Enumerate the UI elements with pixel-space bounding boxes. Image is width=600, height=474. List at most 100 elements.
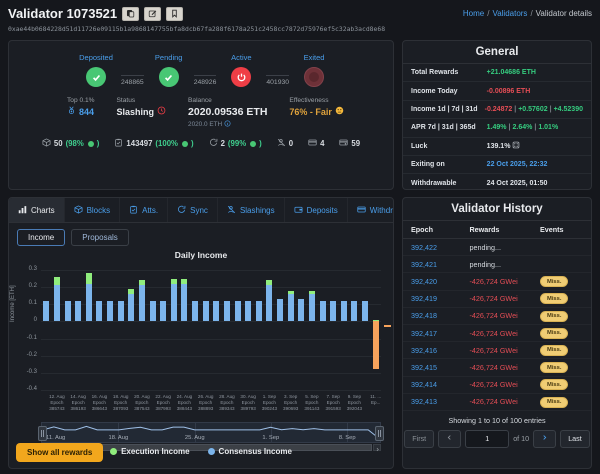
epoch-link[interactable]: 392,413 — [411, 397, 437, 406]
counter-blocks[interactable]: 50(98%) — [42, 138, 100, 149]
epoch-link[interactable]: 392,414 — [411, 380, 437, 389]
epoch-link[interactable]: 392,417 — [411, 329, 437, 338]
tabbar: ChartsBlocks Atts. Sync Slashings DepositsWi… — [9, 198, 393, 223]
general-row-label: Income Today — [411, 88, 487, 95]
edit-button[interactable] — [144, 7, 161, 21]
navigator-left-handle[interactable] — [38, 426, 47, 441]
general-row-label: Luck — [411, 143, 487, 150]
last-page-button[interactable]: Last — [560, 430, 590, 448]
navigator-right-handle[interactable] — [375, 426, 384, 441]
tab-label: Slashings — [240, 206, 275, 215]
income-bar-consensus — [277, 299, 283, 321]
topbar: Validator 1073521 0xae44b0684228d51d1172… — [8, 6, 592, 33]
counter-deposits[interactable]: 4 — [308, 138, 324, 149]
show-all-rewards-button[interactable]: Show all rewards — [16, 443, 103, 462]
breadcrumb-home-link[interactable]: Home — [463, 9, 484, 18]
dice-icon — [512, 141, 520, 151]
breadcrumb-separator: / — [530, 9, 532, 18]
copy-button[interactable] — [122, 7, 139, 21]
history-title: Validator History — [403, 198, 591, 221]
prev-page-button[interactable] — [438, 430, 461, 448]
counter-sync[interactable]: 2 (99%) — [209, 138, 262, 149]
counter-slashings[interactable]: 0 — [277, 138, 293, 149]
tab-withdrawals[interactable]: Withdrawals — [348, 198, 394, 222]
info-icon[interactable] — [224, 120, 231, 129]
first-page-button[interactable]: First — [404, 430, 434, 448]
next-page-button[interactable] — [533, 430, 556, 448]
subtab-proposals[interactable]: Proposals — [71, 229, 129, 246]
x-axis-labels: 12. AugEpoch38574314. AugEpoch38619316. … — [41, 394, 381, 420]
counter-percentage: (98% — [66, 139, 84, 148]
page-number-input[interactable] — [465, 430, 509, 448]
epoch-deposited-pending: 248865 — [121, 79, 144, 86]
reward-value: -426,724 GWei — [469, 380, 517, 389]
tab-sync[interactable]: Sync — [168, 198, 218, 222]
table-row: 392,415-426,724 GWeiMiss. — [403, 359, 591, 376]
income-bar-execution — [288, 291, 294, 294]
income-bar-execution — [171, 279, 177, 284]
epoch-link[interactable]: 392,415 — [411, 363, 437, 372]
breadcrumb: Home/Validators/Validator details — [463, 9, 592, 18]
general-row: Total Rewards+21.04686 ETH — [403, 64, 591, 82]
counter-attestations[interactable]: 143497(100%) — [114, 138, 193, 149]
reward-value: pending... — [469, 243, 501, 252]
tab-label: Sync — [190, 206, 208, 215]
lifecycle-card: Deposited 248865 Pending 248926 — [8, 40, 394, 190]
tab-attestations[interactable]: Atts. — [120, 198, 168, 222]
edit-icon — [148, 6, 157, 21]
income-bar-consensus — [320, 301, 326, 322]
income-bar-consensus — [128, 294, 134, 321]
gridline — [41, 356, 381, 357]
green-dot-icon — [88, 141, 94, 147]
tab-slashings[interactable]: Slashings — [218, 198, 285, 222]
epoch-link[interactable]: 392,421 — [411, 260, 437, 269]
epoch-link[interactable]: 392,422 — [411, 243, 437, 252]
stat-effectiveness: Effectiveness 76% - Fair — [289, 97, 344, 129]
income-bar-consensus — [96, 301, 102, 322]
counter-value: 143497 — [126, 139, 152, 148]
stage-active: Active — [216, 53, 266, 87]
general-card: General Total Rewards+21.04686 ETHIncome… — [402, 40, 592, 190]
tab-charts[interactable]: Charts — [9, 198, 65, 222]
gridline — [41, 390, 381, 391]
epoch-link[interactable]: 392,419 — [411, 294, 437, 303]
tab-deposits[interactable]: Deposits — [285, 198, 348, 222]
table-row: 392,416-426,724 GWeiMiss. — [403, 342, 591, 359]
general-row-label: Withdrawable — [411, 180, 487, 187]
tab-blocks[interactable]: Blocks — [65, 198, 121, 222]
green-dot-icon — [250, 141, 256, 147]
income-bar-consensus — [341, 301, 347, 322]
reward-value: -426,724 GWei — [469, 329, 517, 338]
pagination: First of 10 Last — [403, 430, 591, 448]
income-bar-consensus — [245, 301, 251, 322]
general-row-value: 24 Oct 2025, 01:50 — [487, 180, 548, 187]
counter-withdrawals[interactable]: 59 — [339, 138, 360, 149]
copy-icon — [126, 6, 135, 21]
execution-income-dot — [110, 448, 117, 455]
income-bar-consensus — [213, 301, 219, 322]
gridline — [41, 270, 381, 271]
table-row: 392,413-426,724 GWeiMiss. — [403, 394, 591, 411]
income-bar-consensus — [192, 301, 198, 322]
income-bar-consensus — [224, 301, 230, 322]
subtab-income[interactable]: Income — [17, 229, 65, 246]
legend-execution-income[interactable]: Execution Income — [110, 447, 189, 456]
x-tick-label: 11. ...Ep... — [361, 394, 391, 406]
charts-card: ChartsBlocks Atts. Sync Slashings DepositsWi… — [8, 197, 394, 469]
stat-rank[interactable]: Top 0.1% 844 — [67, 97, 95, 129]
breadcrumb-validators-link[interactable]: Validators — [492, 9, 527, 18]
effective-balance: 2020.0 ETH — [188, 121, 222, 128]
history-summary: Showing 1 to 10 of 100 entries — [403, 416, 591, 425]
validator-pubkey: 0xae44b0684228d51d11726e09115b1a98681477… — [8, 25, 385, 33]
epoch-link[interactable]: 392,418 — [411, 311, 437, 320]
chart-plot — [41, 270, 381, 391]
check-icon — [159, 67, 179, 87]
legend-consensus-income[interactable]: Consensus Income — [208, 447, 292, 456]
epoch-link[interactable]: 392,416 — [411, 346, 437, 355]
income-bar-consensus — [118, 301, 124, 322]
income-bar-consensus — [86, 284, 92, 322]
epoch-link[interactable]: 392,420 — [411, 277, 437, 286]
bookmark-button[interactable] — [166, 7, 183, 21]
tab-label: Atts. — [142, 206, 158, 215]
table-row: 392,422 pending... — [403, 239, 591, 256]
